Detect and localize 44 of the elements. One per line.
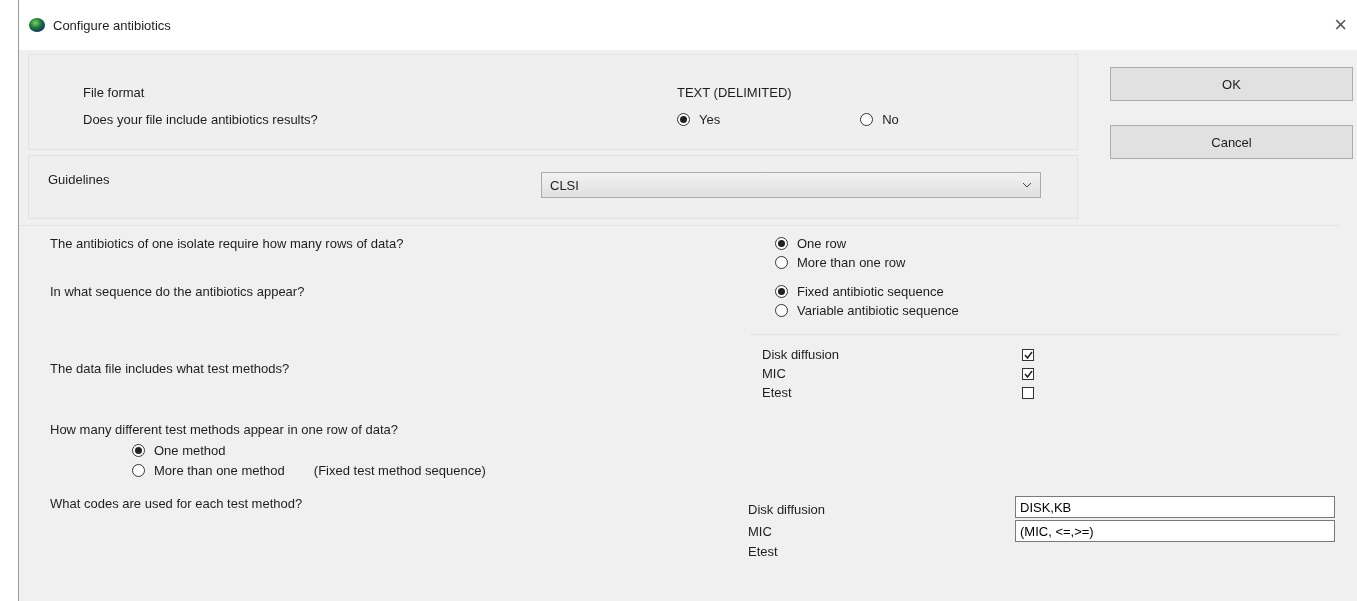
checkbox[interactable] (1022, 348, 1034, 361)
guidelines-dropdown[interactable]: CLSI (541, 172, 1041, 198)
method-label: MIC (762, 366, 786, 381)
radio-label: No (882, 112, 899, 127)
question-text: In what sequence do the antibiotics appear? (50, 284, 305, 299)
radio-button[interactable] (677, 113, 690, 126)
radio-label: More than one method (154, 463, 285, 478)
code-input[interactable]: DISK,KB (1015, 496, 1335, 518)
code-input[interactable]: (MIC, <=,>=) (1015, 520, 1335, 542)
file-format-value: TEXT (DELIMITED) (677, 85, 792, 100)
checkbox[interactable] (1022, 386, 1034, 399)
radio-label: One row (797, 236, 847, 251)
question-text: What codes are used for each test method? (50, 496, 303, 511)
radio-label: One method (154, 443, 226, 458)
dialog-button[interactable]: OK (1110, 67, 1353, 101)
method-label: Disk diffusion (748, 501, 826, 517)
radio-button[interactable] (775, 285, 788, 298)
radio-button[interactable] (775, 237, 788, 250)
radio-button[interactable] (860, 113, 874, 126)
question-text: Does your file include antibiotics results? (83, 112, 318, 127)
radio-label: Variable antibiotic sequence (797, 303, 959, 318)
dialog-button[interactable]: Cancel (1110, 125, 1353, 159)
chevron-down-icon (1022, 182, 1032, 188)
question-text: How many different test methods appear in one row of data? (50, 422, 400, 437)
question-text: The data file includes what test methods? (50, 361, 290, 376)
radio-label: Fixed antibiotic sequence (797, 284, 944, 299)
radio-button[interactable] (132, 464, 145, 477)
method-label: Disk diffusion (762, 347, 840, 362)
radio-label: Yes (699, 112, 721, 127)
question-text: The antibiotics of one isolate require how many rows of data? (50, 236, 404, 251)
window-title: Configure antibiotics (53, 17, 171, 33)
radio-button[interactable] (132, 444, 145, 457)
checkbox[interactable] (1022, 367, 1034, 380)
radio-button[interactable] (775, 256, 788, 269)
radio-button[interactable] (775, 304, 788, 317)
option-note: (Fixed test method sequence) (313, 463, 486, 478)
radio-label: More than one row (797, 255, 906, 270)
close-button[interactable]: × (1334, 12, 1347, 38)
method-label: Etest (762, 385, 792, 400)
method-label: Etest (748, 544, 778, 559)
field-label: File format (83, 85, 145, 100)
method-label: MIC (748, 523, 772, 539)
globe-icon (29, 17, 45, 33)
field-label: Guidelines (48, 172, 110, 187)
